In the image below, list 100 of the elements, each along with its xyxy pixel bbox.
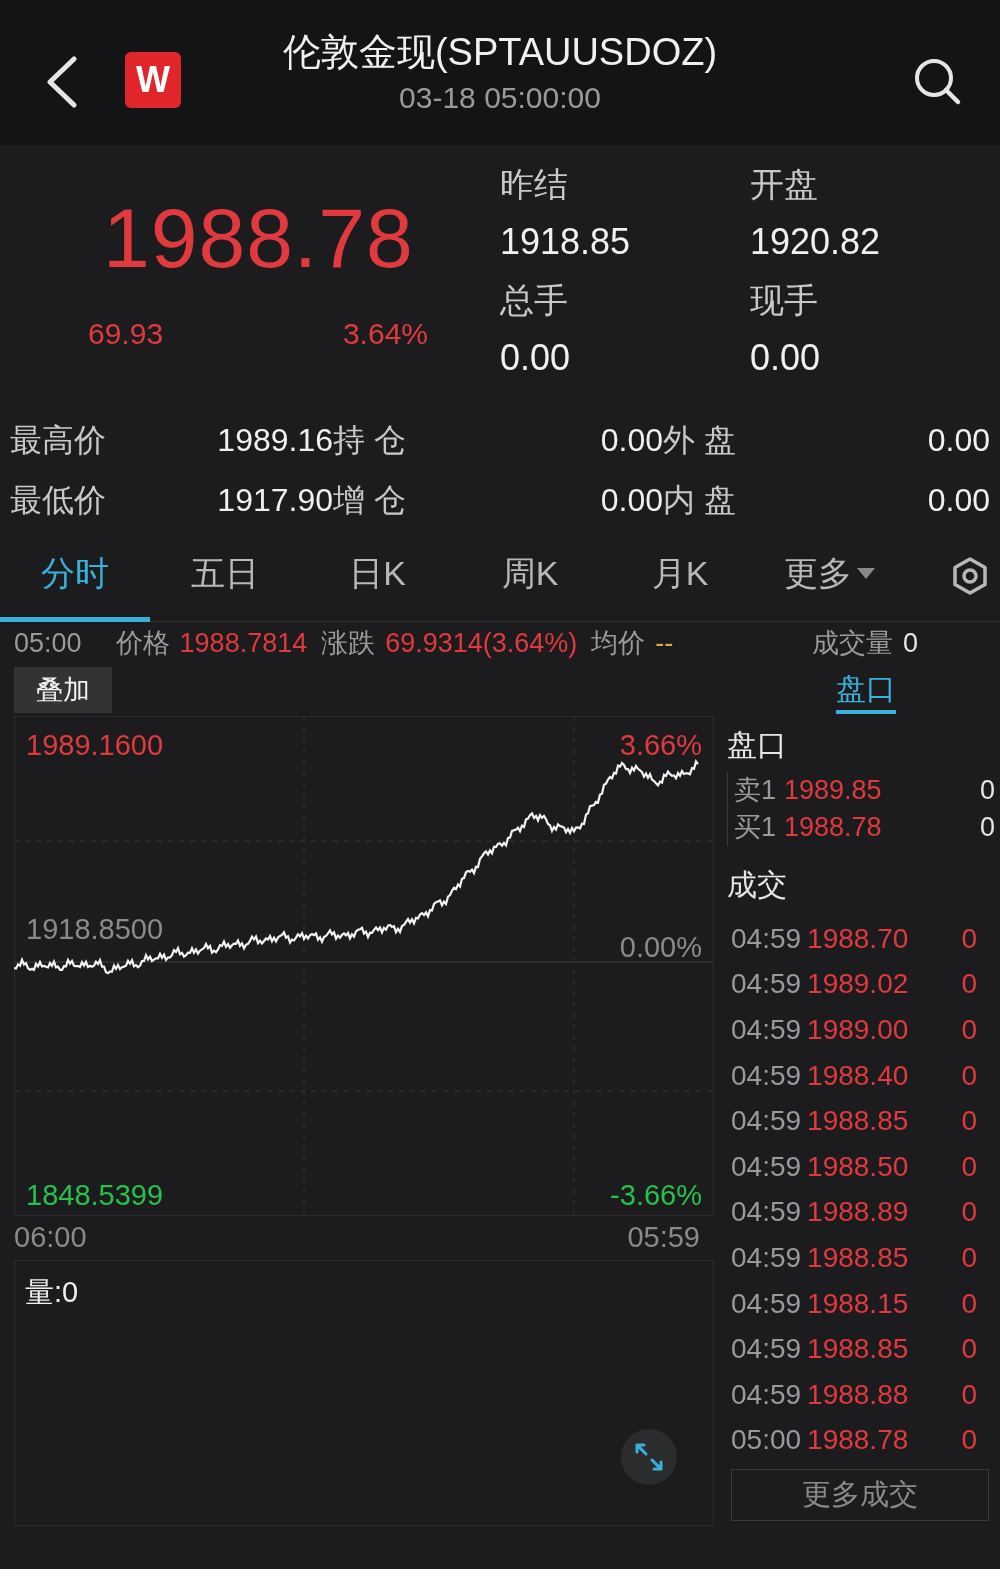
axis-label: 0.00% <box>619 930 702 965</box>
order-quantity: 0 <box>979 811 995 845</box>
trade-price: 1988.88 <box>807 1377 909 1412</box>
price-change: 69.93 <box>88 316 164 352</box>
info-label: 均价 <box>591 626 646 660</box>
price-change-percent: 3.64% <box>342 316 428 352</box>
field-label: 总手 <box>500 280 569 321</box>
search-icon[interactable] <box>912 56 962 106</box>
trade-price: 1988.89 <box>807 1195 909 1230</box>
info-value: 1988.7814 <box>179 626 308 660</box>
field-value: 0.00 <box>750 336 822 380</box>
field-value: 1920.82 <box>750 220 882 264</box>
axis-label: 1918.8500 <box>26 912 164 947</box>
chart-tab[interactable]: 五日 <box>150 529 300 622</box>
order-quantity: 0 <box>979 774 995 808</box>
time-label: 05:00 <box>14 626 82 660</box>
stat-value: 0.00 <box>927 421 990 460</box>
trade-time: 04:59 <box>731 1149 802 1184</box>
trade-quantity: 0 <box>961 1104 977 1139</box>
stat-label: 持 仓 <box>333 421 406 460</box>
time-label: 05:59 <box>627 1220 700 1256</box>
stat-label: 增 仓 <box>333 481 406 520</box>
trade-price: 1988.85 <box>807 1104 909 1139</box>
trade-quantity: 0 <box>961 1240 977 1275</box>
chart-tab[interactable]: 周K <box>455 529 605 622</box>
current-price: 1988.78 <box>103 193 415 283</box>
timestamp: 03-18 05:00:00 <box>399 80 601 116</box>
order-side: 买1 <box>734 811 777 845</box>
trade-time: 05:00 <box>731 1423 802 1458</box>
app-logo: W <box>125 52 181 108</box>
stat-value: 0.00 <box>927 481 990 520</box>
trade-price: 1988.15 <box>807 1286 909 1321</box>
trade-price: 1988.85 <box>807 1332 909 1367</box>
order-price: 1989.85 <box>784 774 882 808</box>
trade-price: 1988.78 <box>807 1423 909 1458</box>
stat-value: 0.00 <box>600 421 663 460</box>
trade-price: 1989.00 <box>807 1013 909 1047</box>
field-label: 开盘 <box>750 164 819 205</box>
chart-tab[interactable]: 分时 <box>0 529 150 622</box>
trade-time: 04:59 <box>731 1332 802 1367</box>
more-trades-button[interactable]: 更多成交 <box>731 1469 989 1522</box>
field-value: 0.00 <box>500 336 572 380</box>
trade-quantity: 0 <box>961 1286 977 1321</box>
more-tab[interactable]: 更多 <box>755 529 905 622</box>
stat-label: 最低价 <box>10 481 106 520</box>
info-value: -- <box>655 626 674 660</box>
trade-time: 04:59 <box>731 1013 802 1047</box>
order-side: 卖1 <box>734 774 777 808</box>
stat-value: 1989.16 <box>217 421 333 460</box>
trade-quantity: 0 <box>961 967 977 1002</box>
trade-time: 04:59 <box>731 1058 802 1093</box>
section-heading: 盘口 <box>727 726 788 763</box>
info-label: 价格 <box>115 626 170 660</box>
trade-time: 04:59 <box>731 1195 802 1230</box>
trade-price: 1988.85 <box>807 1240 909 1275</box>
field-label: 现手 <box>750 280 819 321</box>
back-icon[interactable] <box>44 56 80 108</box>
trade-quantity: 0 <box>961 1149 977 1184</box>
field-value: 1918.85 <box>500 220 632 264</box>
stat-value: 0.00 <box>600 481 663 520</box>
stat-label: 内 盘 <box>663 481 736 520</box>
trade-quantity: 0 <box>961 1377 977 1412</box>
trade-quantity: 0 <box>961 1423 977 1458</box>
stat-label: 外 盘 <box>663 421 736 460</box>
axis-label: 3.66% <box>619 728 702 763</box>
trade-quantity: 0 <box>961 921 977 956</box>
trade-time: 04:59 <box>731 1104 802 1139</box>
trade-time: 04:59 <box>731 1286 802 1321</box>
axis-label: 1989.1600 <box>26 728 164 763</box>
trade-quantity: 0 <box>961 1332 977 1367</box>
expand-icon <box>634 1442 664 1472</box>
stat-label: 最高价 <box>10 421 106 460</box>
expand-button[interactable] <box>621 1429 677 1485</box>
trade-price: 1989.02 <box>807 967 909 1002</box>
volume-text: 量:0 <box>25 1275 79 1310</box>
trade-price: 1988.70 <box>807 921 909 956</box>
field-label: 昨结 <box>500 164 569 205</box>
section-heading: 成交 <box>727 866 788 903</box>
side-tab[interactable]: 盘口 <box>836 666 896 714</box>
caret-icon <box>856 566 876 580</box>
trade-time: 04:59 <box>731 921 802 956</box>
stat-value: 1917.90 <box>217 481 333 520</box>
chart-tab[interactable]: 月K <box>605 529 755 622</box>
axis-label: 1848.5399 <box>26 1178 164 1213</box>
trade-time: 04:59 <box>731 1240 802 1275</box>
trade-price: 1988.40 <box>807 1058 909 1093</box>
chart-tab[interactable]: 日K <box>300 529 455 622</box>
trade-quantity: 0 <box>961 1195 977 1230</box>
trade-quantity: 0 <box>961 1013 977 1047</box>
info-value: 69.9314(3.64%) <box>385 626 578 660</box>
page-title: 伦敦金现(SPTAUUSDOZ) <box>282 30 718 75</box>
info-label: 涨跌 <box>321 626 376 660</box>
axis-label: -3.66% <box>610 1178 702 1213</box>
overlay-button[interactable]: 叠加 <box>14 667 112 713</box>
volume-label: 成交量 <box>811 626 893 660</box>
order-price: 1988.78 <box>784 811 882 845</box>
settings-icon[interactable] <box>950 555 990 596</box>
trade-price: 1988.50 <box>807 1149 909 1184</box>
trade-quantity: 0 <box>961 1058 977 1093</box>
volume-value: 0 <box>902 626 918 660</box>
